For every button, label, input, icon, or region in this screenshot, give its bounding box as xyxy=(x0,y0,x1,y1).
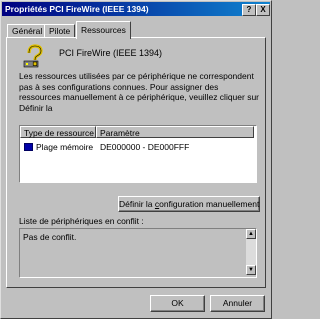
define-button-text-before: Définir la xyxy=(119,199,155,209)
conflict-status-text: Pas de conflit. xyxy=(23,232,77,242)
resource-value-cell: DE000000 - DE000FFF xyxy=(100,142,190,152)
column-header-setting[interactable]: Paramètre xyxy=(96,126,254,138)
unknown-device-question-icon xyxy=(23,44,43,68)
conflict-list-label: Liste de périphériques en conflit : xyxy=(19,216,144,226)
close-button[interactable]: X xyxy=(256,4,270,16)
tab-resources[interactable]: Ressources xyxy=(76,21,131,39)
resource-list[interactable]: Type de ressource Paramètre Plage mémoir… xyxy=(19,125,257,183)
scroll-down-icon[interactable]: ▼ xyxy=(246,265,256,275)
resource-type-cell: Plage mémoire xyxy=(36,142,94,152)
memory-range-icon xyxy=(24,143,33,151)
conflict-scrollbar[interactable]: ▲ ▼ xyxy=(246,229,256,275)
define-manual-configuration-button[interactable]: Définir la configuration manuellement xyxy=(118,196,260,212)
column-header-type[interactable]: Type de ressource xyxy=(20,126,96,138)
tab-general[interactable]: Général xyxy=(7,24,48,38)
resources-panel: PCI FireWire (IEEE 1394) Les ressources … xyxy=(6,37,266,288)
window-title: Propriétés PCI FireWire (IEEE 1394) xyxy=(5,4,149,14)
cancel-button[interactable]: Annuler xyxy=(210,295,265,312)
device-name: PCI FireWire (IEEE 1394) xyxy=(59,48,163,58)
tab-driver[interactable]: Pilote xyxy=(44,24,76,38)
properties-window: Propriétés PCI FireWire (IEEE 1394) ? X … xyxy=(0,0,272,319)
table-row[interactable]: Plage mémoire DE000000 - DE000FFF xyxy=(20,141,254,153)
ok-button[interactable]: OK xyxy=(150,295,205,312)
help-button[interactable]: ? xyxy=(242,4,256,16)
resource-description: Les ressources utilisées par ce périphér… xyxy=(19,71,260,113)
conflict-list-box[interactable]: Pas de conflit. ▲ ▼ xyxy=(19,228,257,278)
scroll-up-icon[interactable]: ▲ xyxy=(246,229,256,239)
define-button-text-after: onfiguration manuellement xyxy=(159,199,260,209)
title-bar[interactable]: Propriétés PCI FireWire (IEEE 1394) ? X xyxy=(2,2,270,16)
